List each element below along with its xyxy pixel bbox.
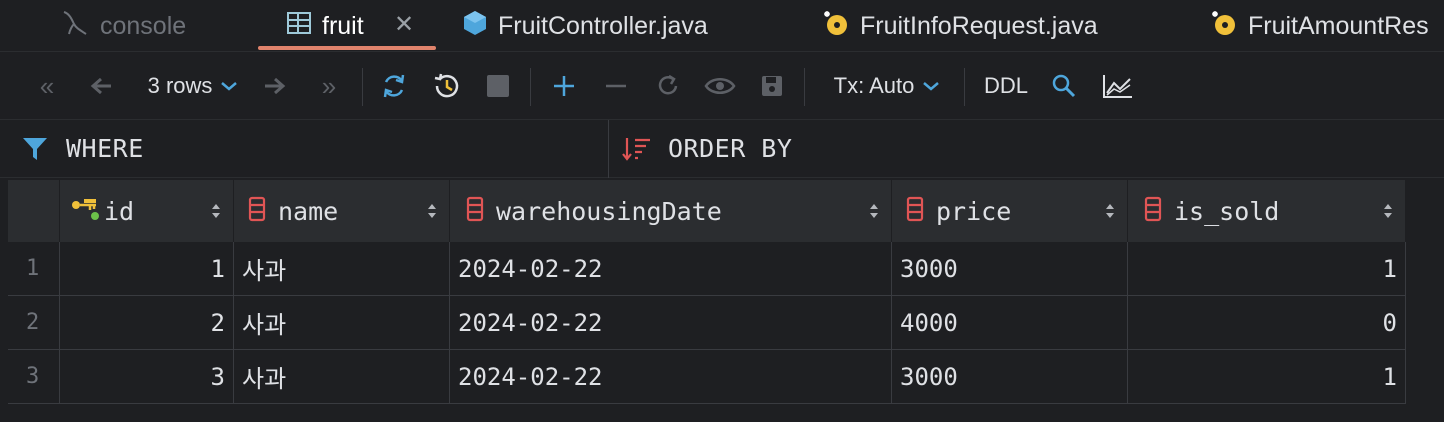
cell-price[interactable]: 3000: [892, 242, 1128, 296]
cell-is-sold[interactable]: 0: [1128, 296, 1406, 350]
delete-row-icon[interactable]: [598, 52, 634, 120]
toolbar-divider: [964, 68, 965, 106]
filter-bar: WHERE ORDER BY: [0, 120, 1444, 178]
tab-label: fruit: [322, 11, 364, 40]
refresh-icon[interactable]: [376, 52, 412, 120]
column-header-warehousingdate[interactable]: warehousingDate: [450, 180, 892, 242]
column-icon: [1144, 196, 1162, 227]
cell-warehousingdate[interactable]: 2024-02-22: [450, 242, 892, 296]
row-number: 2: [8, 296, 60, 350]
sort-toggle-icon: [870, 204, 878, 218]
view-icon[interactable]: [702, 52, 738, 120]
tab-fruitinforequest[interactable]: FruitInfoRequest.java: [822, 0, 1098, 51]
column-header-is-sold[interactable]: is_sold: [1128, 180, 1406, 242]
column-header-id[interactable]: id: [60, 180, 234, 242]
sort-toggle-icon: [1384, 204, 1392, 218]
sort-toggle-icon: [1106, 204, 1114, 218]
cell-name[interactable]: 사과: [234, 242, 450, 296]
save-icon[interactable]: [754, 52, 790, 120]
rows-per-page-dropdown[interactable]: 3 rows: [138, 52, 248, 120]
filter-divider: [608, 120, 609, 178]
tab-label: console: [100, 11, 187, 40]
cell-warehousingdate[interactable]: 2024-02-22: [450, 350, 892, 404]
cell-id[interactable]: 3: [60, 350, 234, 404]
where-filter-input[interactable]: WHERE: [66, 134, 144, 163]
chevron-down-icon: [923, 82, 940, 91]
cell-is-sold[interactable]: 1: [1128, 350, 1406, 404]
table-row[interactable]: 2 2 사과 2024-02-22 4000 0: [8, 296, 1406, 350]
tab-fruitcontroller[interactable]: FruitController.java: [462, 0, 708, 51]
cell-id[interactable]: 1: [60, 242, 234, 296]
java-record-icon: [1210, 9, 1238, 44]
tab-console[interactable]: console: [60, 0, 187, 51]
tab-fruit[interactable]: fruit: [286, 0, 364, 51]
primary-key-icon: [70, 196, 100, 227]
close-icon[interactable]: ✕: [394, 10, 414, 39]
java-record-icon: [822, 9, 850, 44]
data-editor-toolbar: « 3 rows » Tx: Auto DDL: [0, 52, 1444, 120]
tab-fruitamountres[interactable]: FruitAmountRes: [1210, 0, 1429, 51]
last-page-icon[interactable]: »: [312, 52, 346, 120]
filter-icon: [22, 136, 48, 167]
revert-icon[interactable]: [650, 52, 686, 120]
row-number: 1: [8, 242, 60, 296]
cell-warehousingdate[interactable]: 2024-02-22: [450, 296, 892, 350]
tab-label: FruitInfoRequest.java: [860, 11, 1098, 40]
editor-tab-bar: console fruit ✕ FruitController.java Fru…: [0, 0, 1444, 52]
mysql-dolphin-icon: [60, 8, 90, 45]
tx-mode-label: Tx: Auto: [833, 73, 915, 98]
cell-is-sold[interactable]: 1: [1128, 242, 1406, 296]
sort-icon: [622, 136, 652, 167]
transaction-mode-dropdown[interactable]: Tx: Auto: [826, 52, 948, 120]
table-icon: [286, 10, 312, 43]
cell-price[interactable]: 4000: [892, 296, 1128, 350]
search-icon[interactable]: [1046, 52, 1082, 120]
cell-price[interactable]: 3000: [892, 350, 1128, 404]
rows-count-label: 3 rows: [147, 73, 213, 98]
ddl-button[interactable]: DDL: [978, 52, 1034, 120]
column-header-name[interactable]: name: [234, 180, 450, 242]
row-number: 3: [8, 350, 60, 404]
first-page-icon[interactable]: «: [30, 52, 64, 120]
cell-name[interactable]: 사과: [234, 350, 450, 404]
tab-label: FruitController.java: [498, 11, 708, 40]
java-class-icon: [462, 9, 488, 44]
add-row-icon[interactable]: [546, 52, 582, 120]
history-icon[interactable]: [428, 52, 464, 120]
chart-icon[interactable]: [1098, 52, 1138, 120]
stop-icon[interactable]: [480, 52, 516, 120]
active-tab-indicator: [258, 46, 436, 50]
column-icon: [466, 196, 484, 227]
table-row[interactable]: 1 1 사과 2024-02-22 3000 1: [8, 242, 1406, 296]
order-by-input[interactable]: ORDER BY: [668, 134, 792, 163]
column-header-price[interactable]: price: [892, 180, 1128, 242]
previous-page-icon[interactable]: [84, 52, 118, 120]
cell-id[interactable]: 2: [60, 296, 234, 350]
sort-toggle-icon: [212, 204, 220, 218]
toolbar-divider: [804, 68, 805, 106]
toolbar-divider: [530, 68, 531, 106]
column-icon: [248, 196, 266, 227]
cell-name[interactable]: 사과: [234, 296, 450, 350]
column-icon: [906, 196, 924, 227]
tab-label: FruitAmountRes: [1248, 11, 1429, 40]
sort-toggle-icon: [428, 204, 436, 218]
table-row[interactable]: 3 3 사과 2024-02-22 3000 1: [8, 350, 1406, 404]
next-page-icon[interactable]: [258, 52, 292, 120]
toolbar-divider: [362, 68, 363, 106]
chevron-down-icon: [221, 82, 238, 91]
row-number-header: [8, 180, 60, 242]
